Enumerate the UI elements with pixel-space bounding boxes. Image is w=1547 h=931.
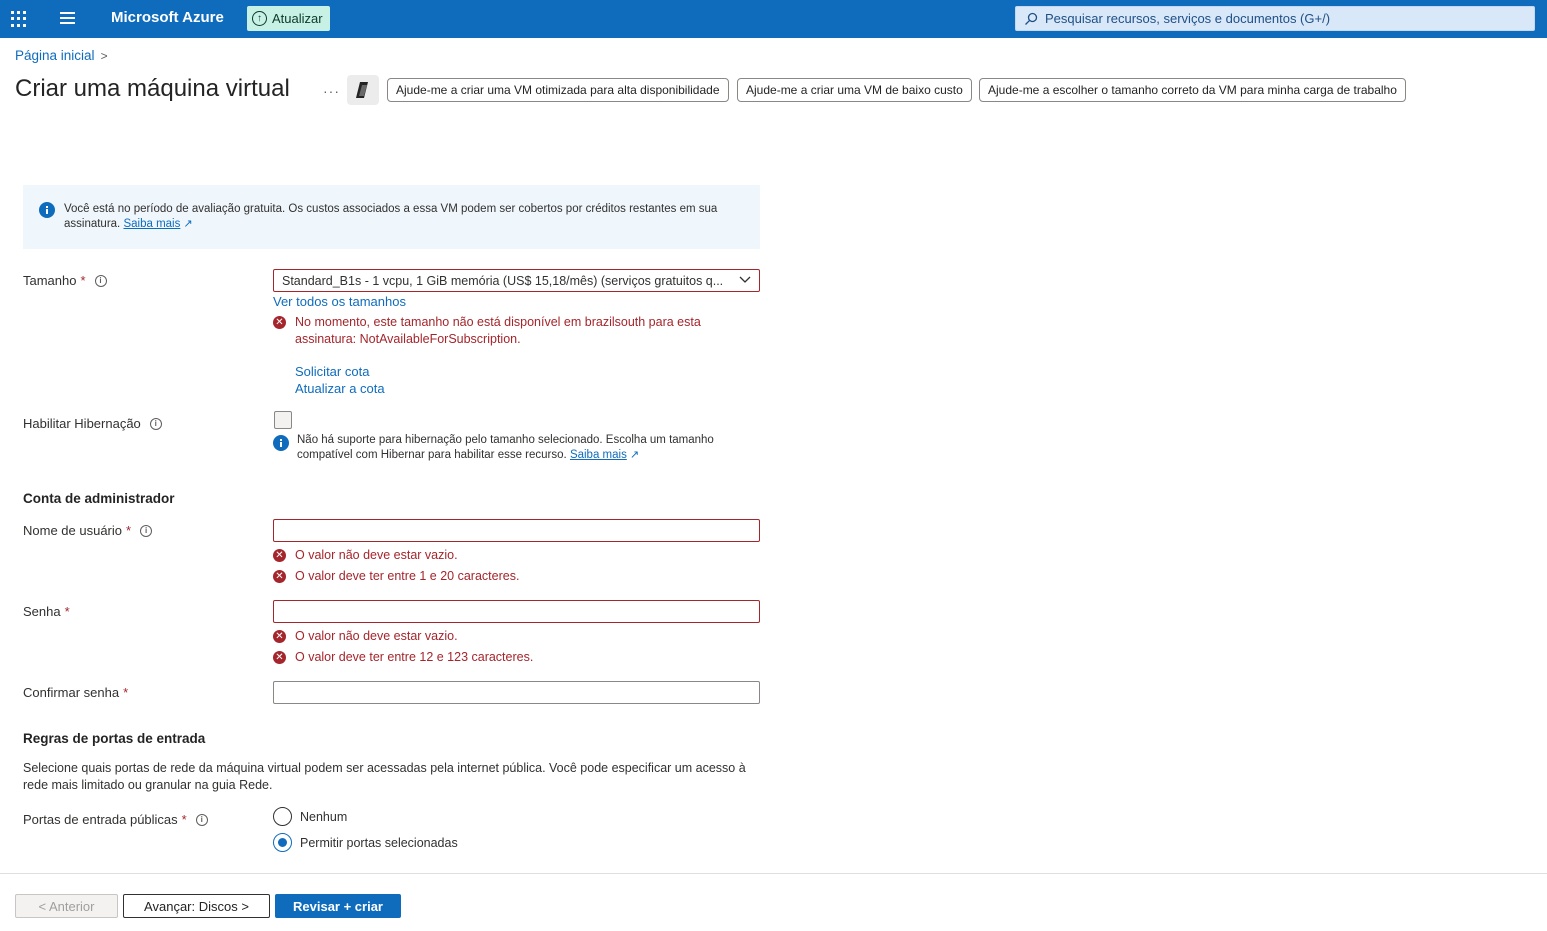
hibernation-note: Não há suporte para hibernação pelo tama… [273,433,743,463]
required-marker: * [181,812,187,827]
radio-allow-selected-ports[interactable]: Permitir portas selecionadas [273,833,458,852]
info-icon [39,202,55,218]
size-label-text: Tamanho [23,273,77,288]
password-label-text: Senha [23,604,61,619]
required-marker: * [64,604,70,619]
error-icon: ✕ [273,549,286,562]
footer-divider [0,873,1547,874]
password-error-text: O valor não deve estar vazio. [295,629,458,643]
required-marker: * [126,523,132,538]
hibernation-learn-more-link[interactable]: Saiba mais [570,449,627,461]
update-quota-link[interactable]: Atualizar a cota [295,381,385,396]
search-icon [1025,12,1038,25]
arrow-up-circle-icon: ↑ [252,11,267,26]
breadcrumb-home-link[interactable]: Página inicial [15,48,95,63]
size-label: Tamanho * i [23,273,107,288]
radio-button[interactable] [273,807,292,826]
chevron-down-icon [739,276,751,283]
suggestion-low-cost[interactable]: Ajude-me a criar uma VM de baixo custo [737,78,972,102]
next-disks-button[interactable]: Avançar: Discos > [123,894,270,918]
username-error: ✕ O valor deve ter entre 1 e 20 caracter… [273,568,519,585]
brand-title[interactable]: Microsoft Azure [111,9,224,26]
upgrade-label: Atualizar [272,11,323,26]
copilot-button[interactable] [347,75,379,105]
top-bar: Microsoft Azure ↑ Atualizar Pesquisar re… [0,0,1547,38]
size-dropdown[interactable]: Standard_B1s - 1 vcpu, 1 GiB memória (US… [273,269,760,292]
breadcrumb: Página inicial > [15,48,108,63]
error-icon: ✕ [273,570,286,583]
required-marker: * [123,685,129,700]
see-all-sizes-link[interactable]: Ver todos os tamanhos [273,294,406,309]
copilot-icon [356,82,368,98]
external-link-icon: ↗ [183,218,193,230]
password-error: ✕ O valor não deve estar vazio. [273,628,458,645]
username-error: ✕ O valor não deve estar vazio. [273,547,458,564]
free-trial-banner: Você está no período de avaliação gratui… [23,185,760,249]
suggestion-high-availability[interactable]: Ajude-me a criar uma VM otimizada para a… [387,78,729,102]
ports-section-heading: Regras de portas de entrada [23,731,206,746]
suggestion-right-size[interactable]: Ajude-me a escolher o tamanho correto da… [979,78,1406,102]
password-input[interactable] [273,600,760,623]
info-icon [273,435,289,451]
password-error-text: O valor deve ter entre 12 e 123 caracter… [295,650,534,664]
more-options-button[interactable]: ··· [323,83,340,99]
previous-button[interactable]: < Anterior [15,894,118,918]
radio-button-selected[interactable] [273,833,292,852]
menu-icon[interactable] [60,12,76,26]
password-label: Senha * [23,604,70,619]
error-icon: ✕ [273,316,286,329]
info-icon[interactable]: i [149,417,162,430]
banner-learn-more-link[interactable]: Saiba mais [123,218,180,230]
info-icon[interactable]: i [195,813,208,826]
radio-none[interactable]: Nenhum [273,807,347,826]
required-marker: * [80,273,86,288]
search-input[interactable]: Pesquisar recursos, serviços e documento… [1015,6,1535,31]
error-icon: ✕ [273,630,286,643]
external-link-icon: ↗ [629,449,640,461]
public-ports-label-text: Portas de entrada públicas [23,812,178,827]
confirm-password-label: Confirmar senha * [23,685,128,700]
hibernation-label: Habilitar Hibernação i [23,416,162,431]
hibernation-note-text: Não há suporte para hibernação pelo tama… [297,434,714,461]
admin-section-heading: Conta de administrador [23,491,175,506]
username-label-text: Nome de usuário [23,523,122,538]
username-error-text: O valor deve ter entre 1 e 20 caracteres… [295,569,520,583]
page-title: Criar uma máquina virtual [15,75,290,102]
hibernation-checkbox[interactable] [274,411,292,429]
review-create-button[interactable]: Revisar + criar [275,894,401,918]
size-error-text: No momento, este tamanho não está dispon… [295,315,701,346]
search-placeholder: Pesquisar recursos, serviços e documento… [1045,11,1331,26]
info-icon[interactable]: i [94,274,107,287]
username-error-text: O valor não deve estar vazio. [295,548,458,562]
confirm-password-input[interactable] [273,681,760,704]
size-dropdown-value: Standard_B1s - 1 vcpu, 1 GiB memória (US… [282,273,724,288]
chevron-right-icon: > [100,48,108,63]
hibernation-label-text: Habilitar Hibernação [23,416,141,431]
upgrade-button[interactable]: ↑ Atualizar [247,6,330,31]
info-icon[interactable]: i [140,524,153,537]
password-error: ✕ O valor deve ter entre 12 e 123 caract… [273,649,533,666]
request-quota-link[interactable]: Solicitar cota [295,364,369,379]
error-icon: ✕ [273,651,286,664]
size-error: ✕ No momento, este tamanho não está disp… [273,314,743,348]
public-ports-label: Portas de entrada públicas * i [23,812,208,827]
username-label: Nome de usuário * i [23,523,153,538]
radio-label: Permitir portas selecionadas [300,835,458,850]
confirm-password-label-text: Confirmar senha [23,685,120,700]
ports-description: Selecione quais portas de rede da máquin… [23,761,746,792]
radio-label: Nenhum [300,809,348,824]
app-launcher-icon[interactable] [11,11,27,27]
username-input[interactable] [273,519,760,542]
